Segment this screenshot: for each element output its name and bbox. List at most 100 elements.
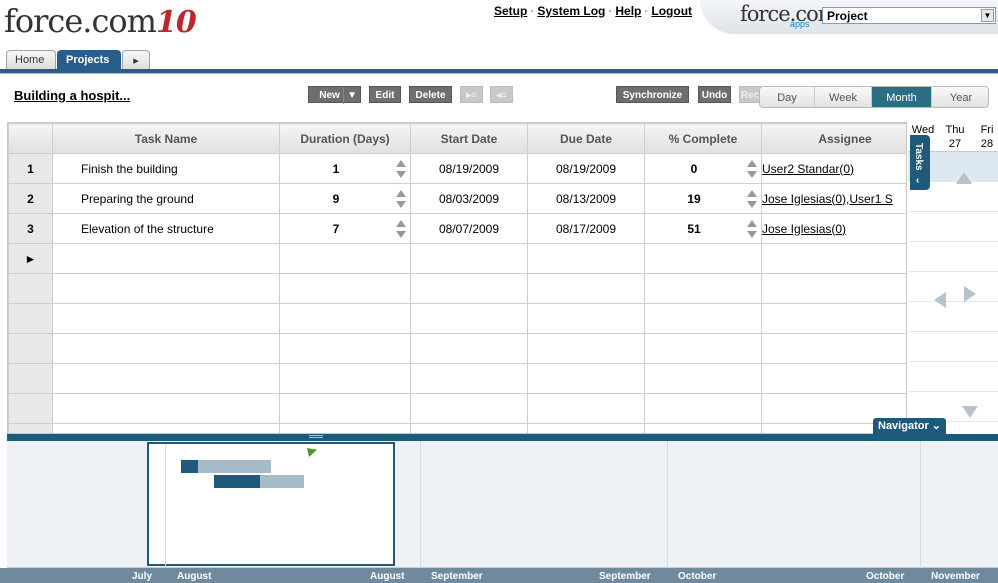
tab-projects[interactable]: Projects bbox=[57, 50, 121, 70]
setup-link[interactable]: Setup bbox=[494, 4, 527, 18]
month-label: November bbox=[931, 571, 980, 582]
new-button-label: New bbox=[319, 90, 340, 101]
apps-sub-label: apps bbox=[790, 19, 810, 29]
project-name-link[interactable]: Building a hospit... bbox=[14, 88, 130, 103]
stepper-icon[interactable] bbox=[396, 190, 406, 208]
pan-left-icon[interactable] bbox=[934, 292, 946, 308]
col-assignee[interactable]: Assignee bbox=[761, 123, 906, 154]
pan-up-icon[interactable] bbox=[956, 172, 972, 184]
redo-button[interactable]: Rec bbox=[739, 86, 761, 103]
complete-cell[interactable]: 19 bbox=[644, 183, 762, 214]
row-number: 1 bbox=[8, 153, 53, 184]
top-links: Setup · System Log · Help · Logout bbox=[494, 4, 693, 18]
month-label: October bbox=[678, 571, 717, 582]
complete-value: 0 bbox=[690, 161, 698, 176]
day-number: 27 bbox=[948, 138, 962, 150]
tab-more-arrow-icon[interactable]: ▸ bbox=[122, 50, 150, 70]
month-label: July bbox=[132, 571, 153, 582]
indent-icon[interactable]: ▸≡ bbox=[460, 86, 483, 103]
new-row-marker-icon: ► bbox=[8, 243, 53, 274]
day-label: Fri bbox=[980, 124, 994, 136]
outdent-icon[interactable]: ◂≡ bbox=[490, 86, 513, 103]
chevron-left-icon: ‹ bbox=[916, 175, 920, 186]
empty-row[interactable] bbox=[8, 363, 906, 394]
view-month[interactable]: Month bbox=[872, 87, 932, 107]
logo-anniversary-mark: 10 bbox=[155, 5, 197, 40]
pan-down-icon[interactable] bbox=[962, 406, 978, 418]
month-axis: July August August September September O… bbox=[0, 568, 998, 583]
splitter-handle[interactable] bbox=[7, 434, 998, 441]
row-number: 2 bbox=[8, 183, 53, 214]
delete-button[interactable]: Delete bbox=[409, 86, 452, 103]
col-percent-complete[interactable]: % Complete bbox=[644, 123, 762, 154]
pan-right-icon[interactable] bbox=[964, 286, 976, 302]
task-name-cell[interactable]: Finish the building bbox=[52, 153, 280, 184]
duration-cell[interactable]: 9 bbox=[279, 183, 411, 214]
table-row[interactable]: 3 Elevation of the structure 7 08/07/200… bbox=[8, 213, 906, 244]
duration-cell[interactable]: 7 bbox=[279, 213, 411, 244]
complete-cell[interactable]: 51 bbox=[644, 213, 762, 244]
assignee-link[interactable]: Jose Iglesias(0) bbox=[762, 222, 846, 236]
due-date-cell[interactable]: 08/17/2009 bbox=[527, 213, 645, 244]
empty-row[interactable] bbox=[8, 423, 906, 433]
help-link[interactable]: Help bbox=[615, 4, 641, 18]
header-divider bbox=[0, 69, 998, 74]
gantt-row bbox=[908, 242, 998, 272]
stepper-icon[interactable] bbox=[396, 160, 406, 178]
assignee-link[interactable]: User2 Standar(0) bbox=[762, 162, 854, 176]
system-log-link[interactable]: System Log bbox=[537, 4, 605, 18]
app-selector[interactable]: Project ▼ bbox=[822, 7, 996, 24]
stepper-icon[interactable] bbox=[747, 160, 757, 178]
view-year[interactable]: Year bbox=[932, 87, 988, 107]
gantt-row bbox=[908, 362, 998, 392]
app-selector-value: Project bbox=[827, 9, 868, 23]
day-number: 28 bbox=[980, 138, 994, 150]
view-week[interactable]: Week bbox=[815, 87, 872, 107]
view-day[interactable]: Day bbox=[760, 87, 815, 107]
col-due-date[interactable]: Due Date bbox=[527, 123, 645, 154]
start-date-cell[interactable]: 08/07/2009 bbox=[410, 213, 528, 244]
undo-button[interactable]: Undo bbox=[698, 86, 731, 103]
chevron-down-icon[interactable]: ▼ bbox=[343, 87, 357, 104]
table-row[interactable]: 2 Preparing the ground 9 08/03/2009 08/1… bbox=[8, 183, 906, 214]
complete-value: 19 bbox=[687, 191, 701, 206]
task-name-cell[interactable]: Preparing the ground bbox=[52, 183, 280, 214]
timeline-overview[interactable] bbox=[7, 441, 998, 571]
col-task-name[interactable]: Task Name bbox=[52, 123, 280, 154]
complete-cell[interactable]: 0 bbox=[644, 153, 762, 184]
col-start-date[interactable]: Start Date bbox=[410, 123, 528, 154]
task-name-cell[interactable]: Elevation of the structure bbox=[52, 213, 280, 244]
empty-row[interactable] bbox=[8, 393, 906, 424]
synchronize-button[interactable]: Synchronize bbox=[616, 86, 689, 103]
new-button[interactable]: New ▼ bbox=[308, 86, 361, 104]
overview-viewport-window[interactable] bbox=[147, 442, 395, 571]
task-progress bbox=[181, 460, 198, 473]
app-window: force.com10 Setup · System Log · Help · Logout… bbox=[0, 0, 998, 583]
edit-button[interactable]: Edit bbox=[369, 86, 401, 103]
logout-link[interactable]: Logout bbox=[651, 4, 692, 18]
due-date-cell[interactable]: 08/13/2009 bbox=[527, 183, 645, 214]
chevron-down-icon[interactable]: ▼ bbox=[981, 9, 994, 22]
navigator-toggle[interactable]: Navigator ⌄ bbox=[873, 418, 946, 435]
new-task-row[interactable]: ► bbox=[8, 243, 906, 274]
empty-row[interactable] bbox=[8, 303, 906, 334]
toolbar: Building a hospit... New ▼ Edit Delete ▸≡… bbox=[0, 76, 998, 120]
tab-home[interactable]: Home bbox=[6, 50, 56, 70]
timescale-switcher: Day Week Month Year bbox=[759, 86, 989, 108]
duration-value: 7 bbox=[332, 221, 340, 236]
empty-row[interactable] bbox=[8, 273, 906, 304]
table-row[interactable]: 1 Finish the building 1 08/19/2009 08/19… bbox=[8, 153, 906, 184]
stepper-icon[interactable] bbox=[396, 220, 406, 238]
col-duration[interactable]: Duration (Days) bbox=[279, 123, 411, 154]
stepper-icon[interactable] bbox=[747, 220, 757, 238]
tasks-panel-toggle[interactable]: Tasks ‹ bbox=[910, 135, 930, 190]
duration-cell[interactable]: 1 bbox=[279, 153, 411, 184]
start-date-cell[interactable]: 08/03/2009 bbox=[410, 183, 528, 214]
start-date-cell[interactable]: 08/19/2009 bbox=[410, 153, 528, 184]
empty-row[interactable] bbox=[8, 333, 906, 364]
month-divider bbox=[920, 441, 921, 568]
due-date-cell[interactable]: 08/19/2009 bbox=[527, 153, 645, 184]
stepper-icon[interactable] bbox=[747, 190, 757, 208]
assignee-link[interactable]: Jose Iglesias(0),User1 S bbox=[762, 192, 893, 206]
grip-icon bbox=[309, 435, 323, 436]
